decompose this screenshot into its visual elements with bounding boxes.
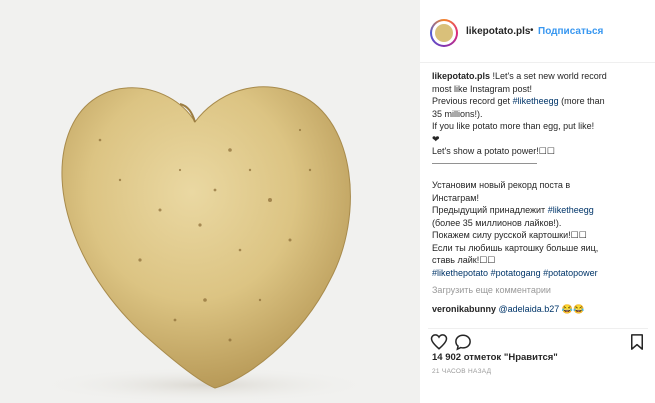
header-username[interactable]: likepotato.pls (466, 26, 530, 37)
caption-line: ставь лайк!☐☐ (432, 255, 496, 265)
avatar-frame (432, 21, 456, 45)
action-bar (428, 328, 648, 351)
heart-icon[interactable] (430, 333, 448, 351)
post-header: likepotato.pls • Подписаться (420, 0, 655, 63)
caption-line: Предыдущий принадлежит (432, 205, 546, 215)
caption-divider: ——————————————— (432, 159, 537, 167)
instagram-post: likepotato.pls • Подписаться likepotato.… (0, 0, 655, 403)
hashtag-link[interactable]: #potatogang (491, 268, 541, 278)
caption-line: 35 millions!). (432, 108, 483, 119)
hashtag-link[interactable]: #potatopower (543, 268, 598, 278)
caption-line: If you like potato more than egg, put li… (432, 121, 595, 131)
hashtag-link[interactable]: #likethepotato (432, 268, 488, 278)
comment-icon[interactable] (454, 333, 472, 351)
heart-shaped-potato-image (35, 86, 375, 403)
avatar-image (435, 24, 453, 42)
caption-line: ❤ (432, 133, 440, 144)
hashtag-link[interactable]: #liketheegg (513, 96, 559, 106)
caption: likepotato.pls !Let's a set new world re… (432, 70, 646, 279)
caption-line: Let's show a potato power!☐☐ (432, 146, 555, 156)
load-more-comments-link[interactable]: Загрузить еще комментарии (432, 284, 646, 297)
caption-line: Покажем силу русской картошки!☐☐ (432, 230, 587, 240)
caption-line: !Let's a set new world record (492, 71, 607, 81)
mention-link[interactable]: @adelaida.b27 (499, 304, 560, 314)
comments-section: likepotato.pls !Let's a set new world re… (432, 70, 646, 315)
bookmark-icon[interactable] (628, 333, 646, 351)
caption-line: (more than (561, 96, 605, 106)
comment-emoji: 😂😂 (561, 303, 585, 314)
post-photo (0, 0, 420, 403)
caption-line: Установим новый рекорд поста в (432, 180, 571, 190)
caption-line: Previous record get (432, 96, 511, 106)
hashtag-link[interactable]: #liketheegg (548, 205, 594, 215)
caption-line: (более 35 миллионов лайков!). (432, 217, 562, 228)
post-timestamp: 21 ЧАСОВ НАЗАД (432, 368, 492, 375)
comment-username[interactable]: veronikabunny (432, 304, 496, 314)
separator-dot: • (530, 25, 534, 36)
caption-line: most like Instagram post! (432, 83, 533, 94)
likes-count[interactable]: 14 902 отметок "Нравится" (432, 352, 558, 363)
caption-line: Если ты любишь картошку больше яиц, (432, 242, 599, 253)
follow-button[interactable]: Подписаться (538, 26, 603, 37)
comment-row: veronikabunny @adelaida.b27 😂😂 (432, 303, 646, 316)
caption-line: Инстаграм! (432, 192, 479, 203)
caption-username[interactable]: likepotato.pls (432, 71, 490, 81)
avatar[interactable] (430, 19, 458, 47)
post-side-panel: likepotato.pls • Подписаться likepotato.… (420, 0, 655, 403)
